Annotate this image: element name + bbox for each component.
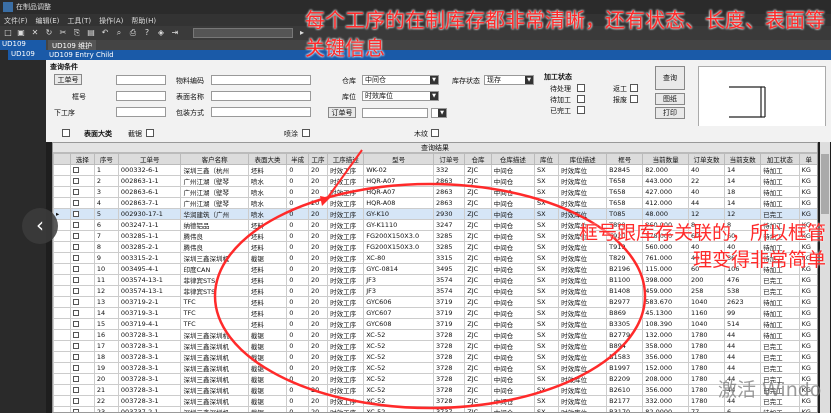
annotation-right: 框号跟库存关联的，所以框管理变得非常简单 — [578, 222, 826, 271]
annotation-top: 每个工序的在制库存都非常清晰，还有状态、长度、表面等关键信息 — [305, 8, 825, 60]
activation-watermark: 激活 Windo — [718, 379, 822, 401]
annotation-ellipse — [213, 182, 647, 410]
